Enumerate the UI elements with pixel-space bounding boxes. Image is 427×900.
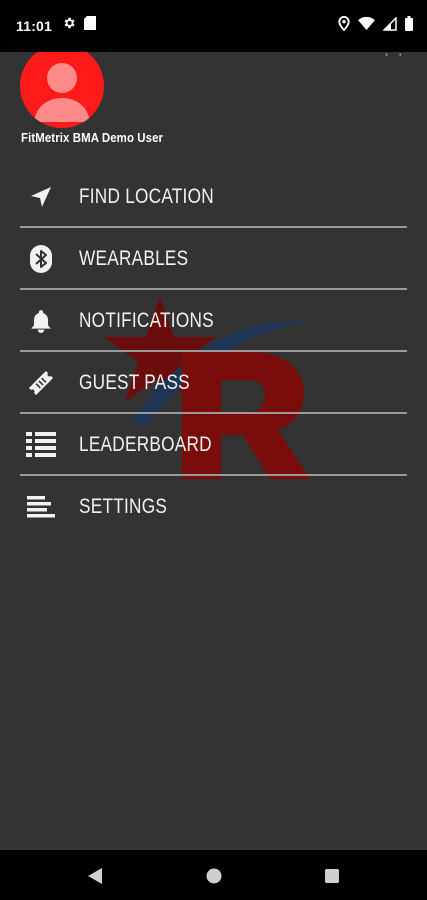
navigation-drawer: · · FitMetrix BMA Demo User FIND LOCATIO… [0, 52, 427, 850]
menu-item-leaderboard[interactable]: LEADERBOARD [0, 414, 427, 476]
menu-item-notifications[interactable]: NOTIFICATIONS [0, 290, 427, 352]
bell-icon [26, 306, 56, 336]
user-name: FitMetrix BMA Demo User [21, 130, 164, 145]
menu-item-find-location[interactable]: FIND LOCATION [0, 166, 427, 228]
back-icon[interactable] [84, 865, 106, 887]
menu-item-label: LEADERBOARD [79, 433, 212, 456]
status-bar: 11:01 [0, 0, 427, 52]
ticket-icon [26, 368, 56, 398]
menu-item-label: NOTIFICATIONS [79, 309, 214, 332]
gear-icon [62, 16, 76, 35]
sim-card-icon [84, 16, 96, 35]
status-time: 11:01 [16, 18, 53, 34]
system-nav-bar [0, 850, 427, 900]
status-right-icons [338, 15, 413, 36]
navigation-arrow-icon [26, 182, 56, 212]
recents-icon[interactable] [321, 865, 343, 887]
overflow-menu-icon[interactable]: · · [384, 52, 405, 64]
person-silhouette-icon [34, 63, 90, 122]
drawer-menu: FIND LOCATION WEARABLES NOTIFICATIONS GU… [0, 166, 427, 538]
status-left-icons [62, 16, 96, 35]
bluetooth-icon [26, 244, 56, 274]
avatar[interactable] [20, 52, 104, 128]
menu-item-label: SETTINGS [79, 495, 168, 518]
menu-item-guest-pass[interactable]: GUEST PASS [0, 352, 427, 414]
location-pin-icon [338, 15, 350, 36]
wifi-icon [358, 16, 375, 35]
menu-item-wearables[interactable]: WEARABLES [0, 228, 427, 290]
settings-lines-icon [26, 492, 56, 522]
menu-item-label: GUEST PASS [79, 371, 190, 394]
cell-signal-icon [382, 15, 397, 36]
menu-item-settings[interactable]: SETTINGS [0, 476, 427, 538]
menu-item-label: WEARABLES [79, 247, 189, 270]
menu-item-label: FIND LOCATION [79, 185, 214, 208]
ranked-list-icon [26, 430, 56, 460]
battery-icon [405, 16, 413, 36]
home-icon[interactable] [203, 865, 225, 887]
